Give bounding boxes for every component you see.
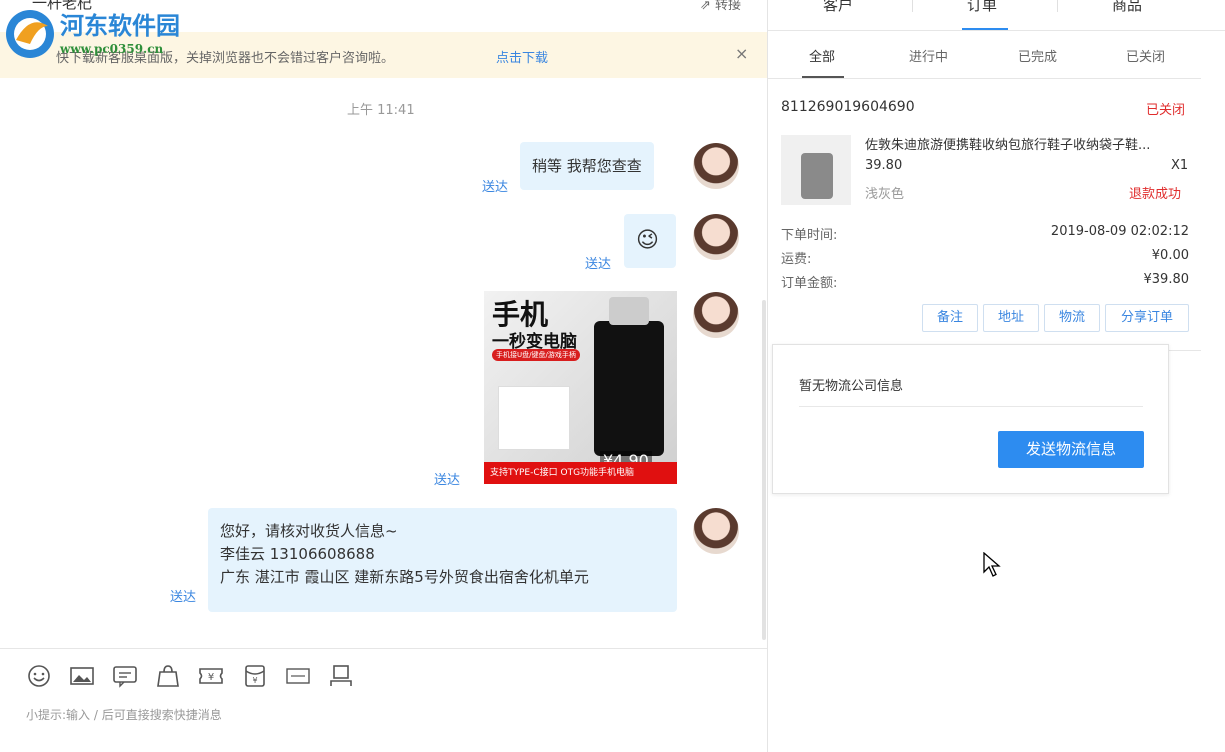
mouse-cursor-icon [983, 552, 1001, 577]
avatar[interactable] [693, 508, 739, 554]
subtab-all[interactable]: 全部 [809, 46, 835, 65]
message-text: 稍等 我帮您查查 [532, 157, 642, 175]
logistics-popover: 暂无物流公司信息 发送物流信息 [772, 344, 1169, 494]
usb-drive-icon [498, 386, 570, 450]
shipping-fee-label: 运费: [781, 252, 812, 267]
order-time-value: 2019-08-09 02:02:12 [1050, 224, 1189, 239]
subtab-active-indicator [802, 76, 844, 78]
transfer-button[interactable]: ⇗ 转接 [700, 0, 741, 13]
svg-text:¥: ¥ [252, 676, 257, 685]
order-amount-value: ¥39.80 [1143, 272, 1190, 287]
tab-active-indicator [962, 28, 1008, 30]
wink-emoji-icon: 😉 [636, 228, 659, 253]
logistics-empty-text: 暂无物流公司信息 [799, 379, 904, 394]
tab-divider [912, 0, 913, 12]
tab-customer[interactable]: 客户 [823, 0, 853, 15]
avatar[interactable] [693, 292, 739, 338]
invite-icon[interactable] [285, 664, 311, 688]
message-status: 送达 [170, 590, 197, 605]
product-thumbnail[interactable] [781, 135, 851, 205]
tab-divider [1057, 0, 1058, 12]
image-tag: 手机接U盘/键盘/游戏手柄 [492, 349, 580, 361]
composer-divider [0, 648, 767, 649]
otg-adapter-icon [594, 321, 664, 456]
share-order-button[interactable]: 分享订单 [1105, 304, 1189, 332]
product-title[interactable]: 佐敦朱迪旅游便携鞋收纳包旅行鞋子收纳袋子鞋... [865, 134, 1150, 153]
message-status: 送达 [482, 180, 509, 195]
message-line: 您好，请核对收货人信息~ [220, 522, 398, 540]
quick-reply-icon[interactable] [112, 664, 138, 688]
watermark-name: 河东软件园 [60, 11, 180, 40]
coupon-icon[interactable]: ¥ [198, 664, 224, 688]
message-bubble: 😉 [624, 214, 676, 268]
image-icon[interactable] [69, 664, 95, 688]
product-image-message[interactable]: 手机 一秒变电脑 手机接U盘/键盘/游戏手柄 ¥4.90 支持TYPE-C接口 … [484, 291, 677, 484]
shipping-fee-value: ¥0.00 [1151, 248, 1189, 263]
watermark-logo-icon [6, 10, 54, 58]
shoe-bag-icon [801, 153, 833, 199]
subtab-in-progress[interactable]: 进行中 [909, 46, 948, 65]
banner-download-link[interactable]: 点击下载 [496, 47, 548, 66]
tab-orders[interactable]: 订单 [967, 0, 997, 15]
product-color: 浅灰色 [865, 187, 905, 202]
usb-c-plug-icon [609, 297, 649, 325]
watermark-url: www.pc0359.cn [60, 42, 164, 56]
message-status: 送达 [585, 257, 612, 272]
transfer-label: 转接 [715, 0, 742, 13]
product-quantity: X1 [1171, 158, 1189, 173]
message-bubble: 稍等 我帮您查查 [520, 142, 654, 190]
order-divider [1168, 350, 1201, 351]
tab-products[interactable]: 商品 [1112, 0, 1142, 15]
avatar[interactable] [693, 214, 739, 260]
refund-status: 退款成功 [1129, 187, 1182, 202]
message-bubble: 您好，请核对收货人信息~ 李佳云 13106608688 广东 湛江市 霞山区 … [208, 508, 677, 612]
transfer-icon[interactable] [328, 664, 354, 688]
emoji-icon[interactable] [26, 664, 52, 688]
chat-pane: 一杆老杞 ⇗ 转接 快下载新客服桌面版，关掉浏览器也不会错过客户咨询啦。 点击下… [0, 0, 768, 752]
product-price: 39.80 [865, 158, 903, 173]
send-logistics-button[interactable]: 发送物流信息 [998, 431, 1144, 468]
order-status: 已关闭 [1146, 103, 1186, 118]
message-line: 广东 湛江市 霞山区 建新东路5号外贸食出宿舍化机单元 [220, 568, 589, 586]
avatar[interactable] [693, 143, 739, 189]
logistics-divider [799, 406, 1143, 407]
red-packet-icon[interactable]: ¥ [242, 664, 268, 688]
subtabs-divider [768, 78, 1201, 79]
address-button[interactable]: 地址 [983, 304, 1039, 332]
note-button[interactable]: 备注 [922, 304, 978, 332]
input-hint[interactable]: 小提示:输入 / 后可直接搜索快捷消息 [26, 706, 222, 723]
subtab-closed[interactable]: 已关闭 [1126, 46, 1165, 65]
subtab-completed[interactable]: 已完成 [1018, 46, 1057, 65]
order-time-label: 下单时间: [781, 228, 838, 243]
message-line: 李佳云 13106608688 [220, 545, 375, 563]
order-number: 811269019604690 [781, 99, 915, 115]
chat-scrollbar[interactable] [762, 300, 766, 640]
logistics-button[interactable]: 物流 [1044, 304, 1100, 332]
transfer-arrow-icon: ⇗ [700, 0, 711, 13]
banner-close-icon[interactable]: × [735, 44, 748, 63]
message-status: 送达 [434, 473, 461, 488]
order-amount-label: 订单金额: [781, 276, 838, 291]
image-footer: 支持TYPE-C接口 OTG功能手机电脑 [484, 462, 677, 484]
svg-text:¥: ¥ [208, 672, 214, 683]
shop-icon[interactable] [155, 664, 181, 688]
message-time: 上午 11:41 [347, 103, 415, 118]
